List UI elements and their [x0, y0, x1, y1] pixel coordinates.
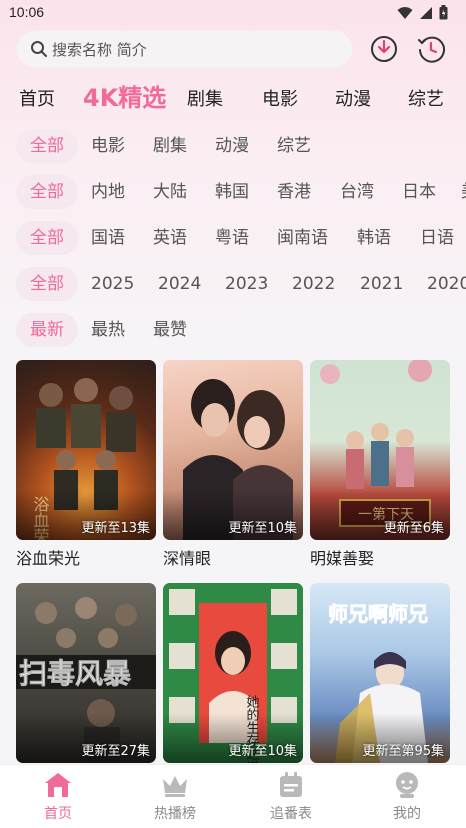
poster-image: 更新至10集 [163, 360, 303, 540]
filter-chip[interactable]: 日语 [420, 221, 454, 255]
video-card[interactable]: 更新至10集 深情眼 [163, 360, 303, 569]
signal-icon [420, 6, 432, 19]
filter-chip[interactable]: 全部 [16, 175, 78, 209]
filter-chip[interactable]: 全部 [16, 221, 78, 255]
history-icon[interactable] [416, 34, 446, 64]
filter-chip[interactable]: 全部 [16, 129, 78, 163]
nav-label: 热播榜 [154, 806, 196, 822]
video-card[interactable]: 浴血荣光 更新至13集 浴血荣光 [16, 360, 156, 569]
filter-row-region: 全部 内地 大陆 韩国 香港 台湾 日本 美 [0, 175, 466, 211]
filter-chip[interactable]: 英语 [153, 221, 187, 255]
filter-chip[interactable]: 2020 [427, 267, 466, 301]
filter-chip[interactable]: 综艺 [277, 129, 311, 163]
filter-chip[interactable]: 粤语 [215, 221, 249, 255]
svg-text:扫毒风暴: 扫毒风暴 [19, 657, 132, 690]
tab-variety[interactable]: 综艺 [408, 85, 444, 111]
video-card[interactable]: 她的生存之道 更新至10集 [163, 583, 303, 763]
poster-image: 一第下天 更新至6集 [310, 360, 450, 540]
search-input[interactable]: 搜索名称 简介 [16, 30, 353, 68]
video-title: 明媒善娶 [310, 549, 375, 568]
search-placeholder: 搜索名称 简介 [52, 40, 147, 59]
tab-4k-selection[interactable]: 4K精选 [83, 78, 166, 113]
filter-row-year: 全部 2025 2024 2023 2022 2021 2020 [0, 267, 466, 303]
filter-chip[interactable]: 香港 [277, 175, 311, 209]
tab-home[interactable]: 首页 [19, 85, 55, 111]
bottom-nav: 首页 热播榜 追番表 我的 [0, 764, 466, 828]
filter-chip[interactable]: 最赞 [153, 313, 187, 347]
filter-chip[interactable]: 闽南语 [277, 221, 328, 255]
search-icon [31, 41, 47, 57]
episode-badge: 更新至10集 [228, 744, 297, 759]
svg-text:师兄啊师兄: 师兄啊师兄 [328, 602, 428, 626]
status-icons [397, 5, 448, 20]
filter-row-type: 全部 电影 剧集 动漫 综艺 [0, 129, 466, 165]
filter-chip[interactable]: 2021 [360, 267, 403, 301]
filter-chip[interactable]: 最新 [16, 313, 78, 347]
filter-chip[interactable]: 2023 [225, 267, 268, 301]
video-card[interactable]: 扫毒风暴 更新至27集 [16, 583, 156, 763]
filter-chip[interactable]: 美 [461, 175, 466, 209]
episode-badge: 更新至第95集 [362, 744, 444, 759]
video-title: 浴血荣光 [16, 549, 81, 568]
nav-ranking[interactable]: 热播榜 [130, 771, 220, 823]
episode-badge: 更新至27集 [81, 744, 150, 759]
status-time: 10:06 [9, 4, 45, 20]
nav-label: 追番表 [270, 806, 312, 822]
episode-badge: 更新至6集 [383, 521, 444, 536]
filter-chip[interactable]: 台湾 [340, 175, 374, 209]
crown-icon [163, 776, 187, 797]
poster-image: 她的生存之道 更新至10集 [163, 583, 303, 763]
video-title: 深情眼 [163, 549, 212, 568]
profile-icon [396, 772, 418, 798]
status-bar: 10:06 [0, 0, 466, 26]
filter-chip[interactable]: 大陆 [153, 175, 187, 209]
filter-chip[interactable]: 2024 [158, 267, 201, 301]
nav-label: 我的 [393, 806, 421, 822]
filter-chip[interactable]: 2022 [292, 267, 335, 301]
tab-movies[interactable]: 电影 [262, 85, 298, 111]
filter-chip[interactable]: 剧集 [153, 129, 187, 163]
wifi-icon [397, 6, 413, 19]
video-card[interactable]: 师兄啊师兄 更新至第95集 [310, 583, 450, 763]
filter-chip[interactable]: 电影 [91, 129, 125, 163]
poster-image: 师兄啊师兄 更新至第95集 [310, 583, 450, 763]
filter-chip[interactable]: 韩国 [215, 175, 249, 209]
filter-row-language: 全部 国语 英语 粤语 闽南语 韩语 日语 [0, 221, 466, 257]
nav-schedule[interactable]: 追番表 [246, 771, 336, 823]
filter-row-sort: 最新 最热 最赞 [0, 313, 466, 349]
episode-badge: 更新至10集 [228, 521, 297, 536]
battery-icon [439, 5, 448, 20]
filter-chip[interactable]: 全部 [16, 267, 78, 301]
poster-image: 扫毒风暴 更新至27集 [16, 583, 156, 763]
main-tabs: 首页 4K精选 剧集 电影 动漫 综艺 [0, 78, 466, 114]
filter-chip[interactable]: 国语 [91, 221, 125, 255]
filter-chip[interactable]: 内地 [91, 175, 125, 209]
episode-badge: 更新至13集 [81, 521, 150, 536]
filter-chip[interactable]: 动漫 [215, 129, 249, 163]
tab-anime[interactable]: 动漫 [335, 85, 371, 111]
calendar-icon [280, 772, 302, 797]
nav-profile[interactable]: 我的 [362, 771, 452, 823]
video-card[interactable]: 一第下天 更新至6集 明媒善娶 [310, 360, 450, 569]
poster-image: 浴血荣光 更新至13集 [16, 360, 156, 540]
nav-label: 首页 [44, 806, 72, 822]
filter-chip[interactable]: 最热 [91, 313, 125, 347]
filter-chip[interactable]: 2025 [91, 267, 134, 301]
filter-chip[interactable]: 韩语 [357, 221, 391, 255]
download-icon[interactable] [369, 34, 399, 64]
home-icon [45, 773, 71, 797]
tab-series[interactable]: 剧集 [187, 85, 223, 111]
nav-home[interactable]: 首页 [13, 771, 103, 823]
filter-chip[interactable]: 日本 [402, 175, 436, 209]
